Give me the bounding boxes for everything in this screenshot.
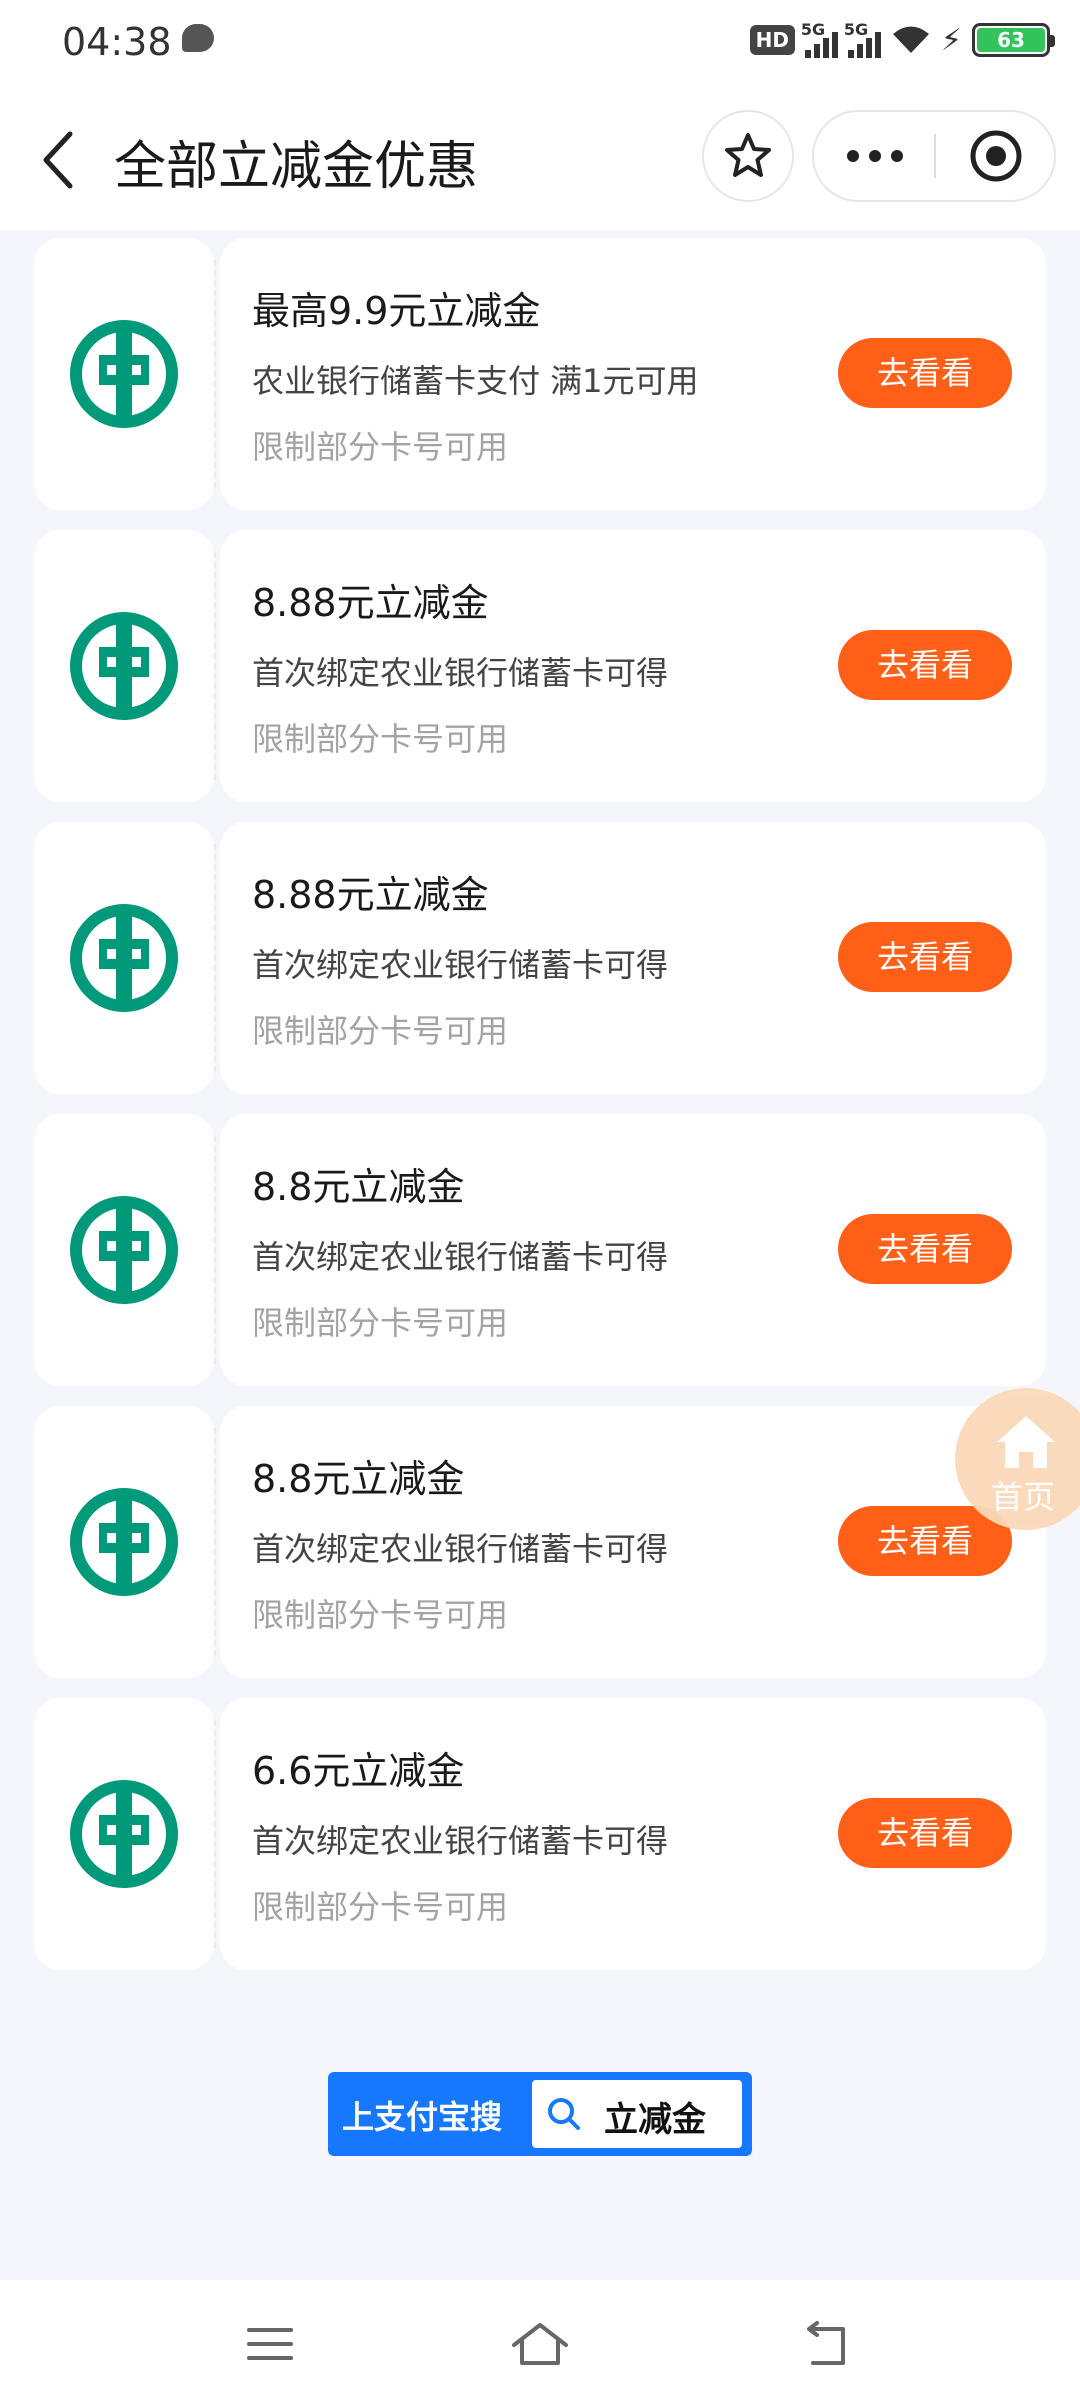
close-button[interactable] <box>936 112 1056 200</box>
search-keyword-box: 立减金 <box>532 2080 742 2148</box>
coupon-card: 8.88元立减金 首次绑定农业银行储蓄卡可得 限制部分卡号可用 去看看 <box>34 822 1046 1094</box>
abc-bank-logo-icon <box>70 612 178 720</box>
coupon-divider <box>214 1136 216 1364</box>
coupon-card: 6.6元立减金 首次绑定农业银行储蓄卡可得 限制部分卡号可用 去看看 <box>34 1698 1046 1970</box>
coupon-title: 最高9.9元立减金 <box>252 289 541 333</box>
coupon-description: 首次绑定农业银行储蓄卡可得 <box>252 1530 669 1568</box>
coupon-body: 8.8元立减金 首次绑定农业银行储蓄卡可得 限制部分卡号可用 去看看 <box>220 1406 1046 1678</box>
go-see-button[interactable]: 去看看 <box>838 922 1012 992</box>
status-time: 04:38 <box>62 20 172 64</box>
abc-bank-logo-icon <box>70 1488 178 1596</box>
coupon-body: 8.88元立减金 首次绑定农业银行储蓄卡可得 限制部分卡号可用 去看看 <box>220 822 1046 1094</box>
home-icon <box>997 1416 1055 1468</box>
abc-bank-logo-icon <box>70 1780 178 1888</box>
coupon-description: 首次绑定农业银行储蓄卡可得 <box>252 946 669 984</box>
favorite-button[interactable] <box>702 110 794 202</box>
bank-logo-panel <box>34 530 214 802</box>
battery-icon: 63 <box>972 23 1055 57</box>
wifi-icon <box>892 26 929 53</box>
bank-logo-panel <box>34 1114 214 1386</box>
signal-icon: 5G <box>844 20 881 58</box>
search-banner-prefix: 上支付宝搜 <box>342 2098 503 2136</box>
search-icon <box>548 2098 580 2130</box>
message-icon <box>182 24 214 52</box>
mini-program-capsule <box>812 110 1056 202</box>
coupon-description: 首次绑定农业银行储蓄卡可得 <box>252 1238 669 1276</box>
back-nav-button[interactable] <box>786 2304 866 2384</box>
go-see-button[interactable]: 去看看 <box>838 1798 1012 1868</box>
coupon-limit: 限制部分卡号可用 <box>252 428 509 466</box>
system-nav-bar <box>0 2280 1080 2408</box>
coupon-card: 最高9.9元立减金 农业银行储蓄卡支付 满1元可用 限制部分卡号可用 去看看 <box>34 238 1046 510</box>
coupon-description: 首次绑定农业银行储蓄卡可得 <box>252 1822 669 1860</box>
target-close-icon <box>970 130 1022 182</box>
menu-button[interactable] <box>230 2304 310 2384</box>
coupon-limit: 限制部分卡号可用 <box>252 720 509 758</box>
charging-icon: ⚡ <box>940 22 962 58</box>
home-icon <box>512 2323 568 2365</box>
coupon-divider <box>214 260 216 488</box>
status-indicators: HD 5G 5G ⚡ 63 <box>749 20 1055 58</box>
back-button[interactable] <box>34 120 84 200</box>
battery-level: 63 <box>977 28 1045 52</box>
coupon-body: 最高9.9元立减金 农业银行储蓄卡支付 满1元可用 限制部分卡号可用 去看看 <box>220 238 1046 510</box>
bank-logo-panel <box>34 1406 214 1678</box>
home-button[interactable] <box>500 2304 580 2384</box>
status-bar: 04:38 HD 5G 5G ⚡ 63 <box>0 0 1080 84</box>
more-button[interactable] <box>814 112 936 200</box>
coupon-title: 8.8元立减金 <box>252 1457 465 1501</box>
chevron-left-icon <box>43 131 73 189</box>
floating-home-label: 首页 <box>991 1478 1056 1516</box>
coupon-divider <box>214 1428 216 1656</box>
bank-logo-panel <box>34 1698 214 1970</box>
coupon-divider <box>214 552 216 780</box>
header: 全部立减金优惠 <box>0 84 1080 230</box>
search-keyword: 立减金 <box>604 2100 706 2140</box>
bank-logo-panel <box>34 822 214 1094</box>
star-icon <box>725 133 771 177</box>
coupon-limit: 限制部分卡号可用 <box>252 1012 509 1050</box>
coupon-body: 8.88元立减金 首次绑定农业银行储蓄卡可得 限制部分卡号可用 去看看 <box>220 530 1046 802</box>
go-see-button[interactable]: 去看看 <box>838 1214 1012 1284</box>
abc-bank-logo-icon <box>70 320 178 428</box>
abc-bank-logo-icon <box>70 1196 178 1304</box>
bank-logo-panel <box>34 238 214 510</box>
coupon-divider <box>214 1720 216 1948</box>
hd-badge: HD <box>749 25 795 55</box>
alipay-search-banner[interactable]: 上支付宝搜 立减金 <box>328 2072 752 2156</box>
menu-icon <box>247 2328 293 2360</box>
coupon-description: 首次绑定农业银行储蓄卡可得 <box>252 654 669 692</box>
coupon-body: 8.8元立减金 首次绑定农业银行储蓄卡可得 限制部分卡号可用 去看看 <box>220 1114 1046 1386</box>
coupon-title: 6.6元立减金 <box>252 1749 465 1793</box>
return-icon <box>807 2321 845 2365</box>
more-dots-icon <box>847 150 859 162</box>
coupon-limit: 限制部分卡号可用 <box>252 1596 509 1634</box>
go-see-button[interactable]: 去看看 <box>838 338 1012 408</box>
page-title: 全部立减金优惠 <box>114 137 479 197</box>
coupon-title: 8.88元立减金 <box>252 581 489 625</box>
coupon-body: 6.6元立减金 首次绑定农业银行储蓄卡可得 限制部分卡号可用 去看看 <box>220 1698 1046 1970</box>
coupon-title: 8.8元立减金 <box>252 1165 465 1209</box>
coupon-card: 8.8元立减金 首次绑定农业银行储蓄卡可得 限制部分卡号可用 去看看 <box>34 1406 1046 1678</box>
abc-bank-logo-icon <box>70 904 178 1012</box>
coupon-card: 8.8元立减金 首次绑定农业银行储蓄卡可得 限制部分卡号可用 去看看 <box>34 1114 1046 1386</box>
coupon-description: 农业银行储蓄卡支付 满1元可用 <box>252 362 699 400</box>
coupon-title: 8.88元立减金 <box>252 873 489 917</box>
coupon-divider <box>214 844 216 1072</box>
signal-icon: 5G <box>801 20 838 58</box>
coupon-limit: 限制部分卡号可用 <box>252 1888 509 1926</box>
coupon-limit: 限制部分卡号可用 <box>252 1304 509 1342</box>
coupon-card: 8.88元立减金 首次绑定农业银行储蓄卡可得 限制部分卡号可用 去看看 <box>34 530 1046 802</box>
go-see-button[interactable]: 去看看 <box>838 630 1012 700</box>
